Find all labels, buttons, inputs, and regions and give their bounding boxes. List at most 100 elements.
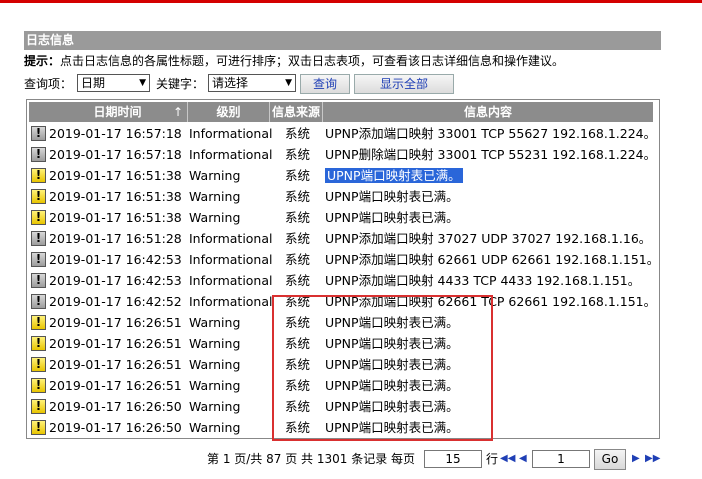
table-row[interactable]: ! 2019-01-17 16:42:53 Informational 系统 UPNP添… <box>29 270 657 291</box>
query-field-select[interactable]: 日期 ▼ <box>77 74 150 92</box>
page-number-input[interactable]: 1 <box>532 450 590 468</box>
row-level: Warning <box>189 399 241 414</box>
header-datetime-label: 日期时间 <box>93 105 142 119</box>
show-all-button[interactable]: 显示全部 <box>354 74 454 94</box>
header-level[interactable]: 级别 <box>188 102 270 122</box>
row-source: 系统 <box>285 126 311 141</box>
row-datetime: 2019-01-17 16:51:38 <box>49 210 182 225</box>
row-level: Warning <box>189 315 241 330</box>
row-source: 系统 <box>285 147 311 162</box>
table-row[interactable]: ! 2019-01-17 16:42:53 Informational 系统 UPNP添… <box>29 249 660 270</box>
row-level: Informational <box>189 147 273 162</box>
row-source: 系统 <box>285 273 311 288</box>
warning-icon: ! <box>31 336 46 351</box>
row-source: 系统 <box>285 231 311 246</box>
hint-body: 点击日志信息的各属性标题，可进行排序；双击日志表项，可查看该日志详细信息和操作建… <box>60 54 565 68</box>
row-level: Warning <box>189 378 241 393</box>
row-level: Informational <box>189 294 273 309</box>
table-row[interactable]: ! 2019-01-17 16:51:28 Informational 系统 UPNP添… <box>29 228 657 249</box>
header-source[interactable]: 信息来源 <box>270 102 323 122</box>
last-page-icon[interactable]: ▶▶ <box>645 450 660 468</box>
chevron-down-icon: ▼ <box>285 78 292 88</box>
row-content: UPNP端口映射表已满。 <box>325 210 459 225</box>
go-button[interactable]: Go <box>594 449 626 470</box>
info-icon: ! <box>31 252 46 267</box>
keyword-value: 请选择 <box>212 76 249 90</box>
selected-content: UPNP端口映射表已满。 <box>325 168 463 183</box>
rows-suffix: 行 <box>486 452 499 466</box>
row-content: UPNP端口映射表已满。 <box>325 165 463 186</box>
next-page-icon[interactable]: ▶ <box>632 450 640 468</box>
warning-icon: ! <box>31 210 46 225</box>
header-datetime[interactable]: 日期时间 ↑ <box>48 102 188 122</box>
row-datetime: 2019-01-17 16:57:18 <box>49 147 182 162</box>
row-datetime: 2019-01-17 16:57:18 <box>49 126 182 141</box>
prev-page-icon[interactable]: ◀ <box>519 450 527 468</box>
annotation-box <box>272 295 493 441</box>
row-datetime: 2019-01-17 16:26:51 <box>49 378 182 393</box>
info-icon: ! <box>31 147 46 162</box>
query-field-label: 查询项： <box>24 77 73 91</box>
warning-icon: ! <box>31 357 46 372</box>
row-level: Informational <box>189 126 273 141</box>
row-source: 系统 <box>285 252 311 267</box>
table-row[interactable]: ! 2019-01-17 16:57:18 Informational 系统 UPNP添… <box>29 123 657 144</box>
hint-text: 提示：点击日志信息的各属性标题，可进行排序；双击日志表项，可查看该日志详细信息和… <box>24 53 564 69</box>
info-icon: ! <box>31 294 46 309</box>
row-level: Warning <box>189 357 241 372</box>
warning-icon: ! <box>31 420 46 435</box>
per-page-input[interactable]: 15 <box>424 450 482 468</box>
table-row[interactable]: ! 2019-01-17 16:51:38 Warning 系统 UPNP端口映射表已满… <box>29 186 657 207</box>
warning-icon: ! <box>31 378 46 393</box>
warning-icon: ! <box>31 189 46 204</box>
row-datetime: 2019-01-17 16:42:53 <box>49 273 182 288</box>
row-source: 系统 <box>285 210 311 225</box>
hint-label: 提示： <box>24 54 61 68</box>
header-icon-cell <box>29 102 48 122</box>
table-row[interactable]: ! 2019-01-17 16:51:38 Warning 系统 UPNP端口映射表已满… <box>29 165 657 186</box>
query-field-value: 日期 <box>81 76 106 90</box>
row-datetime: 2019-01-17 16:42:53 <box>49 252 182 267</box>
row-datetime: 2019-01-17 16:51:28 <box>49 231 182 246</box>
row-content: UPNP添加端口映射 33001 TCP 55627 192.168.1.224… <box>325 126 657 141</box>
keyword-label: 关键字： <box>156 77 205 91</box>
row-datetime: 2019-01-17 16:26:50 <box>49 399 182 414</box>
sort-ascending-icon: ↑ <box>172 105 183 119</box>
info-icon: ! <box>31 231 46 246</box>
row-datetime: 2019-01-17 16:51:38 <box>49 189 182 204</box>
row-source: 系统 <box>285 189 311 204</box>
keyword-select[interactable]: 请选择 ▼ <box>208 74 296 92</box>
row-datetime: 2019-01-17 16:26:51 <box>49 336 182 351</box>
table-row[interactable]: ! 2019-01-17 16:57:18 Informational 系统 UPNP删… <box>29 144 657 165</box>
row-level: Warning <box>189 210 241 225</box>
chevron-down-icon: ▼ <box>139 78 146 88</box>
info-icon: ! <box>31 126 46 141</box>
row-content: UPNP添加端口映射 37027 UDP 37027 192.168.1.16。 <box>325 231 652 246</box>
row-level: Warning <box>189 189 241 204</box>
header-content[interactable]: 信息内容 <box>323 102 653 122</box>
row-content: UPNP添加端口映射 4433 TCP 4433 192.168.1.151。 <box>325 273 641 288</box>
row-level: Informational <box>189 252 273 267</box>
first-page-icon[interactable]: ◀◀ <box>500 450 515 468</box>
row-datetime: 2019-01-17 16:26:51 <box>49 357 182 372</box>
row-content: UPNP端口映射表已满。 <box>325 189 459 204</box>
row-source: 系统 <box>285 168 311 183</box>
warning-icon: ! <box>31 168 46 183</box>
row-datetime: 2019-01-17 16:26:50 <box>49 420 182 435</box>
row-level: Informational <box>189 231 273 246</box>
table-row[interactable]: ! 2019-01-17 16:51:38 Warning 系统 UPNP端口映射表已满… <box>29 207 657 228</box>
row-datetime: 2019-01-17 16:42:52 <box>49 294 182 309</box>
section-title: 日志信息 <box>24 31 661 50</box>
info-icon: ! <box>31 273 46 288</box>
top-accent-bar <box>0 0 702 3</box>
row-datetime: 2019-01-17 16:26:51 <box>49 315 182 330</box>
warning-icon: ! <box>31 399 46 414</box>
row-level: Warning <box>189 420 241 435</box>
row-level: Warning <box>189 336 241 351</box>
search-button[interactable]: 查询 <box>300 74 350 94</box>
row-datetime: 2019-01-17 16:51:38 <box>49 168 182 183</box>
row-level: Warning <box>189 168 241 183</box>
row-content: UPNP添加端口映射 62661 UDP 62661 192.168.1.151… <box>325 252 660 267</box>
row-level: Informational <box>189 273 273 288</box>
pager-summary: 第 1 页/共 87 页 共 1301 条记录 每页 <box>207 452 416 466</box>
